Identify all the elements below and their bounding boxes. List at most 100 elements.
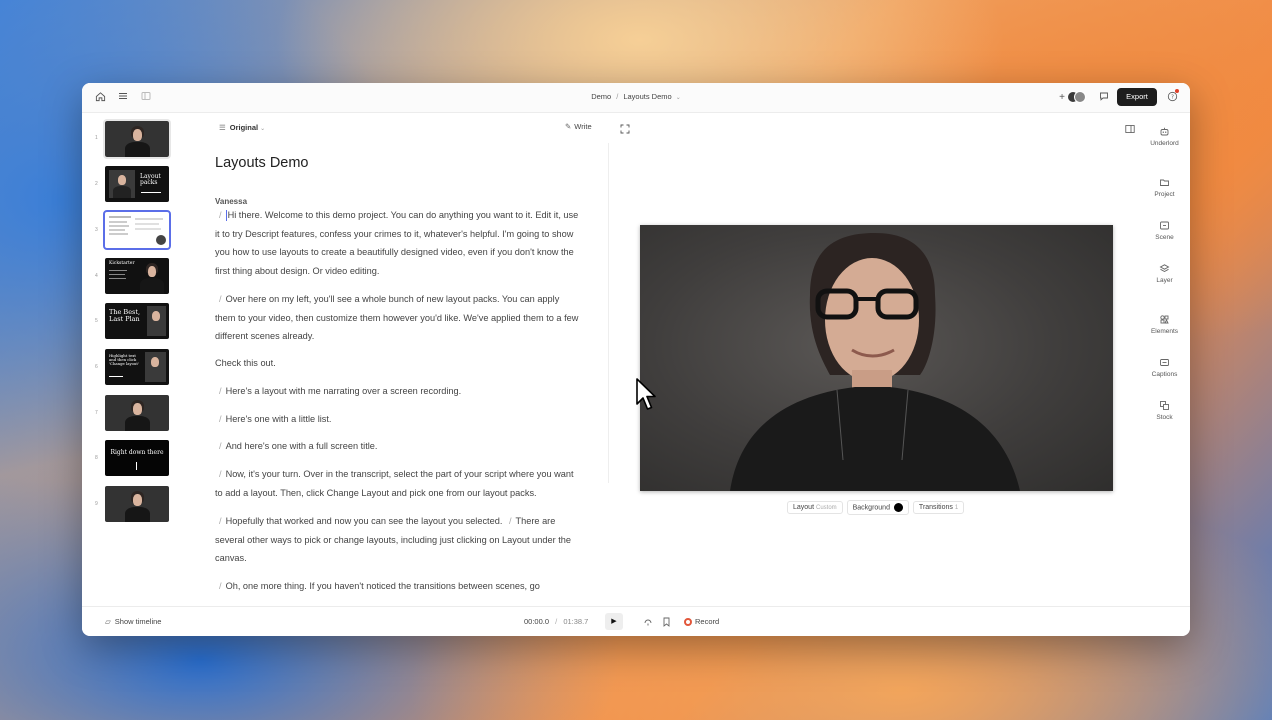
scene-number: 5 <box>95 318 98 324</box>
transcript-paragraph[interactable]: / Here's a layout with me narrating over … <box>215 382 580 401</box>
svg-text:?: ? <box>1171 95 1174 101</box>
breadcrumb-composition[interactable]: Layouts Demo <box>623 92 671 101</box>
fullscreen-icon[interactable] <box>620 121 630 139</box>
scene-break-marker[interactable]: / <box>219 414 222 424</box>
transcript-paragraph[interactable]: / Here's one with a little list. <box>215 410 580 429</box>
scene-number: 3 <box>95 227 98 233</box>
scene-break-marker[interactable]: / <box>219 294 222 304</box>
pencil-icon: ✎ <box>565 122 572 131</box>
help-icon[interactable]: ? <box>1165 91 1179 105</box>
loop-icon[interactable] <box>643 617 653 629</box>
scene-thumbnail[interactable]: Right down there <box>105 440 169 476</box>
show-timeline-label: Show timeline <box>114 617 162 626</box>
scene-number: 7 <box>95 410 98 416</box>
export-button[interactable]: Export <box>1117 88 1157 106</box>
rail-item-elements[interactable]: Elements <box>1139 314 1190 335</box>
scene-title-text: The Best, Last Plan <box>109 308 141 323</box>
scene-thumbnail[interactable]: Kickstarter <box>105 258 169 294</box>
paragraph-text: Over here on my left, you'll see a whole… <box>215 294 579 341</box>
transcript-paragraph[interactable]: / Hi there. Welcome to this demo project.… <box>215 206 580 280</box>
scene-icon <box>1159 220 1170 231</box>
scene-break-marker[interactable]: / <box>219 386 222 396</box>
total-time: 01:38.7 <box>563 617 589 626</box>
scene-thumbnail[interactable]: Layout packs <box>105 166 169 202</box>
scene-thumbnail[interactable] <box>105 486 169 522</box>
breadcrumb: Demo / Layouts Demo ⌄ <box>82 92 1190 101</box>
robot-icon <box>1159 126 1170 137</box>
transitions-label: Transitions <box>918 504 953 512</box>
transcript-editor[interactable]: ☰ Original ⌄ ✎ Write Layouts Demo Vanessa … <box>205 113 605 606</box>
time-separator: / <box>555 617 558 626</box>
record-icon <box>684 618 692 627</box>
breadcrumb-project[interactable]: Demo <box>591 92 611 101</box>
transcript-paragraph[interactable]: Check this out. <box>215 354 580 373</box>
play-button[interactable]: ▶ <box>605 613 623 630</box>
write-button[interactable]: ✎ Write <box>565 122 592 131</box>
rail-item-captions[interactable]: Captions <box>1139 357 1190 378</box>
rail-item-project[interactable]: Project <box>1139 177 1190 198</box>
rail-item-underlord[interactable]: Underlord <box>1139 126 1190 147</box>
scene-thumbnail-selected[interactable] <box>103 210 171 250</box>
scene-thumbnail[interactable] <box>105 395 169 431</box>
transcript-paragraph[interactable]: / And here's one with a full screen title… <box>215 437 580 456</box>
rail-label: Stock <box>1156 414 1173 421</box>
avatar <box>1074 91 1086 103</box>
paragraph-text: Check this out. <box>215 358 276 368</box>
captions-icon <box>1159 357 1170 368</box>
scene-break-marker[interactable]: / <box>219 210 222 220</box>
scene-number: 4 <box>95 273 98 279</box>
mode-label: Original <box>229 123 259 132</box>
transcript-paragraph[interactable]: / Now, it's your turn. Over in the transc… <box>215 465 580 502</box>
paragraph-text: Here's one with a little list. <box>225 414 332 424</box>
document-title[interactable]: Layouts Demo <box>215 155 309 171</box>
scene-break-marker[interactable]: / <box>219 516 222 526</box>
scene-thumbnail[interactable]: The Best, Last Plan <box>105 303 169 339</box>
rail-item-scene[interactable]: Scene <box>1139 220 1190 241</box>
paragraph-text: Here's a layout with me narrating over a… <box>225 386 462 396</box>
title-bar: Demo / Layouts Demo ⌄ + Export ? <box>82 83 1190 113</box>
scene-number: 6 <box>95 364 98 370</box>
transcript-paragraph[interactable]: / Hopefully that worked and now you can s… <box>215 512 580 568</box>
rail-label: Underlord <box>1150 140 1179 147</box>
show-timeline-button[interactable]: ▱ Show timeline <box>105 617 161 626</box>
layout-button[interactable]: Layout Custom <box>787 501 843 515</box>
chevron-down-icon[interactable]: ⌄ <box>676 95 681 101</box>
paragraph-text: And here's one with a full screen title. <box>225 441 378 451</box>
transcript-paragraph[interactable]: / Oh, one more thing. If you haven't noti… <box>215 577 580 605</box>
scene-break-marker[interactable]: / <box>219 469 222 479</box>
panel-toggle-icon[interactable] <box>1125 121 1135 139</box>
scene-break-marker[interactable]: / <box>219 581 222 591</box>
video-canvas[interactable] <box>640 225 1113 491</box>
bookmark-icon[interactable] <box>662 617 671 629</box>
record-label: Record <box>695 617 720 626</box>
scene-number: 1 <box>95 135 98 141</box>
scene-break-marker[interactable]: / <box>219 441 222 451</box>
notification-dot <box>1175 89 1179 93</box>
right-rail: Underlord Project Scene Layer Elements C… <box>1139 113 1190 606</box>
rail-label: Layer <box>1156 277 1173 284</box>
scene-thumbnail[interactable] <box>103 119 171 159</box>
scene-title-text: Layout packs <box>140 173 161 187</box>
comment-icon[interactable] <box>1097 91 1111 105</box>
stock-icon <box>1159 400 1170 411</box>
scene-list: 1 2 Layout packs 3 4 Kickstarter 5 The B… <box>82 113 177 606</box>
scene-break-marker[interactable]: / <box>509 516 512 526</box>
elements-icon <box>1159 314 1170 325</box>
mouse-cursor-icon <box>636 378 658 417</box>
scene-number: 9 <box>95 501 98 507</box>
background-button[interactable]: Background <box>846 500 909 515</box>
canvas-controls: Layout Custom Background Transitions 1 <box>787 500 966 515</box>
rail-item-layer[interactable]: Layer <box>1139 263 1190 284</box>
transitions-count: 1 <box>954 505 959 512</box>
rail-item-stock[interactable]: Stock <box>1139 400 1190 421</box>
transitions-button[interactable]: Transitions 1 <box>912 501 965 515</box>
panel-divider[interactable] <box>608 143 609 483</box>
transcript-paragraph[interactable]: / Over here on my left, you'll see a whol… <box>215 290 580 346</box>
write-label: Write <box>574 122 592 131</box>
canvas-preview: Layout Custom Background Transitions 1 <box>611 113 1136 606</box>
record-button[interactable]: Record <box>684 617 720 627</box>
original-mode-selector[interactable]: ☰ Original ⌄ <box>219 123 265 132</box>
speaker-label[interactable]: Vanessa <box>215 197 247 206</box>
playback-time: 00:00.0 / 01:38.7 <box>524 617 588 626</box>
scene-thumbnail[interactable]: Highlight text and then click 'Change la… <box>105 349 169 385</box>
